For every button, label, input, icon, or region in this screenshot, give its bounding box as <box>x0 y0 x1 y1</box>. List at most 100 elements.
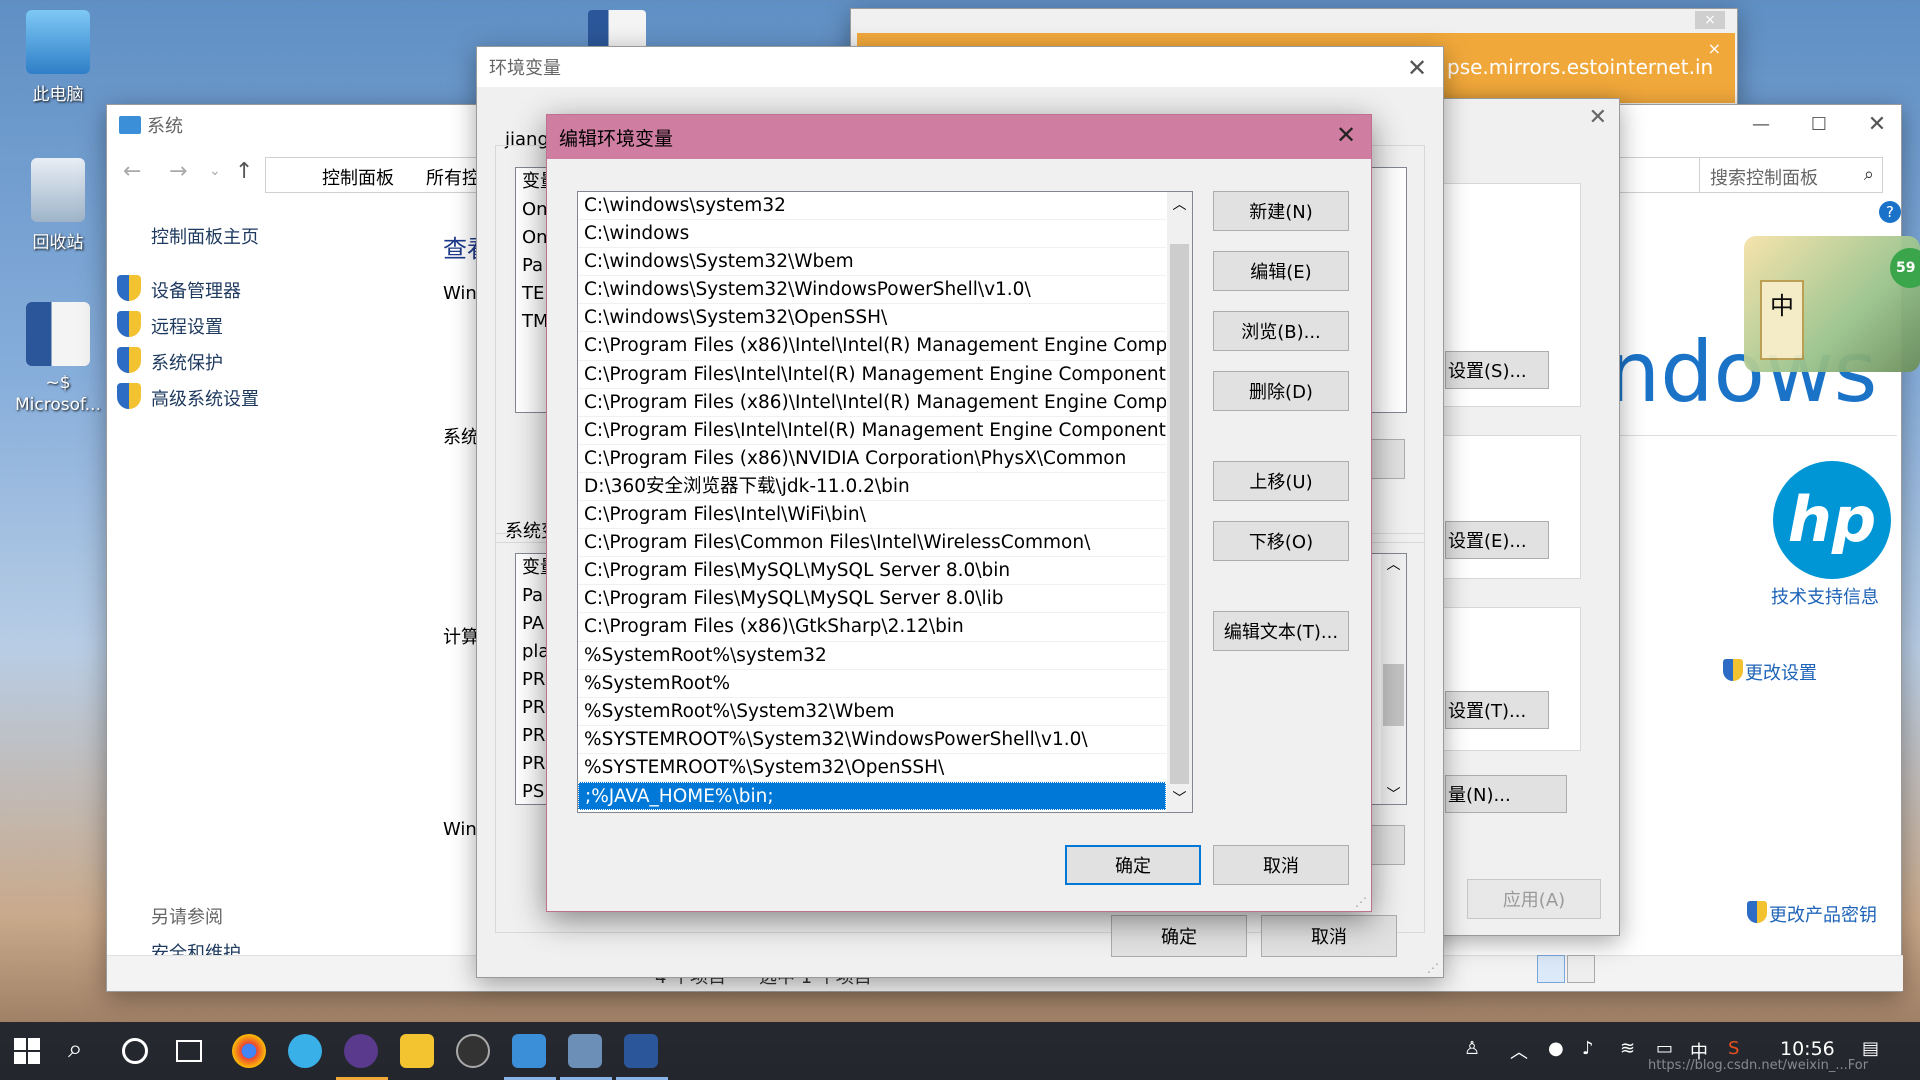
support-info-link[interactable]: 技术支持信息 <box>1771 583 1879 609</box>
path-list-item[interactable]: %SYSTEMROOT%\System32\OpenSSH\ <box>578 754 1166 782</box>
path-list-item[interactable]: C:\windows\System32\OpenSSH\ <box>578 304 1166 333</box>
battery-icon[interactable]: ▭ <box>1656 1038 1673 1059</box>
env-ok-button[interactable]: 确定 <box>1111 915 1247 957</box>
chevron-down-icon[interactable]: ⌄ <box>209 163 221 179</box>
chevron-up-icon[interactable]: ︿ <box>1510 1038 1528 1064</box>
notifications-icon[interactable]: ▤ <box>1862 1038 1879 1059</box>
move-up-button[interactable]: 上移(U) <box>1213 461 1349 501</box>
edit-button[interactable]: 编辑(E) <box>1213 251 1349 291</box>
people-icon[interactable]: ♙ <box>1464 1038 1480 1059</box>
path-list-item[interactable]: %SystemRoot% <box>578 670 1166 698</box>
sidebar-item-label[interactable]: 高级系统设置 <box>151 385 259 411</box>
path-list-item[interactable]: %SystemRoot%\system32 <box>578 642 1166 670</box>
move-down-button[interactable]: 下移(O) <box>1213 521 1349 561</box>
apply-button[interactable]: 应用(A) <box>1467 879 1601 919</box>
path-list-item[interactable]: C:\Program Files (x86)\Intel\Intel(R) Ma… <box>578 389 1166 417</box>
forward-icon[interactable]: → <box>169 159 187 184</box>
cancel-button[interactable]: 取消 <box>1213 845 1349 885</box>
details-view-icon[interactable] <box>1537 955 1565 983</box>
path-list-item[interactable]: C:\Program Files\Intel\Intel(R) Manageme… <box>578 361 1166 389</box>
profile-settings-button[interactable]: 设置(E)... <box>1445 521 1549 559</box>
eclipse-icon[interactable] <box>344 1034 378 1068</box>
new-button[interactable]: 新建(N) <box>1213 191 1349 231</box>
delete-button[interactable]: 删除(D) <box>1213 371 1349 411</box>
wifi-icon[interactable]: ≋ <box>1620 1038 1635 1059</box>
search-icon[interactable]: ⌕ <box>1864 164 1874 185</box>
edit-text-button[interactable]: 编辑文本(T)... <box>1213 611 1349 651</box>
change-key-label[interactable]: 更改产品密钥 <box>1769 901 1877 927</box>
path-list-item[interactable]: C:\Program Files (x86)\NVIDIA Corporatio… <box>578 445 1166 473</box>
ok-button[interactable]: 确定 <box>1065 845 1201 885</box>
notice-dismiss-icon[interactable]: × <box>1708 39 1721 58</box>
browse-button[interactable]: 浏览(B)... <box>1213 311 1349 351</box>
desktop-icon-recycle-bin[interactable]: 回收站 <box>8 158 108 253</box>
back-icon[interactable]: ← <box>123 159 141 184</box>
path-list-item[interactable]: ;%JAVA_HOME%\bin; <box>578 781 1166 811</box>
resize-grip-icon[interactable]: ⋰ <box>1427 961 1439 975</box>
path-list-item[interactable]: %SystemRoot%\System32\Wbem <box>578 698 1166 726</box>
path-list-item[interactable]: C:\Program Files\MySQL\MySQL Server 8.0\… <box>578 585 1166 614</box>
control-panel-home-link[interactable]: 控制面板主页 <box>151 223 259 249</box>
path-list-item[interactable]: C:\Program Files\MySQL\MySQL Server 8.0\… <box>578 557 1166 586</box>
sidebar-item-label[interactable]: 设备管理器 <box>151 277 241 303</box>
breadcrumb-control-panel[interactable]: 控制面板 <box>322 164 394 190</box>
path-list[interactable]: C:\windows\system32 C:\windows C:\windows\… <box>577 191 1193 813</box>
startup-settings-button[interactable]: 设置(T)... <box>1445 691 1549 729</box>
start-button[interactable] <box>14 1038 40 1064</box>
path-list-item[interactable]: C:\windows\system32 <box>578 192 1166 221</box>
media-app-icon[interactable] <box>456 1034 490 1068</box>
performance-settings-button[interactable]: 设置(S)... <box>1445 351 1549 389</box>
path-list-item[interactable]: C:\windows\System32\Wbem <box>578 248 1166 277</box>
scroll-thumb[interactable] <box>1170 244 1189 784</box>
task-view-icon[interactable] <box>176 1040 202 1062</box>
env-vars-button[interactable]: 量(N)... <box>1445 775 1567 813</box>
env-cancel-button[interactable]: 取消 <box>1261 915 1397 957</box>
sidebar-item-label[interactable]: 远程设置 <box>151 313 223 339</box>
close-button[interactable]: ✕ <box>1397 53 1437 83</box>
control-panel-icon[interactable] <box>512 1034 546 1068</box>
path-list-scrollbar[interactable]: ︿ ﹀ <box>1167 192 1192 812</box>
clock[interactable]: 10:56 <box>1780 1038 1835 1060</box>
large-icons-view-icon[interactable] <box>1567 955 1595 983</box>
path-list-item[interactable]: C:\Program Files\Common Files\Intel\Wire… <box>578 529 1166 558</box>
path-list-item[interactable]: C:\Program Files\Intel\WiFi\bin\ <box>578 501 1166 530</box>
search-input[interactable]: 搜索控制面板 ⌕ <box>1699 157 1883 193</box>
dialog-close-icon[interactable]: ✕ <box>1589 105 1607 130</box>
up-icon[interactable]: ↑ <box>235 159 253 184</box>
scroll-down-icon[interactable]: ﹀ <box>1381 784 1406 804</box>
help-icon[interactable]: ? <box>1879 201 1901 223</box>
minimize-button[interactable]: — <box>1741 107 1781 143</box>
search-icon[interactable]: ⌕ <box>68 1034 83 1065</box>
notice-close-button[interactable]: × <box>1695 11 1725 29</box>
scroll-thumb[interactable] <box>1383 664 1404 726</box>
scroll-up-icon[interactable]: ︿ <box>1381 554 1406 574</box>
path-list-item[interactable]: C:\Program Files (x86)\GtkSharp\2.12\bin <box>578 613 1166 642</box>
path-list-item[interactable]: C:\Program Files\Intel\Intel(R) Manageme… <box>578 417 1166 445</box>
desktop-icon-word-file[interactable]: ~$ Microsof... <box>8 302 108 416</box>
chrome-icon[interactable] <box>232 1034 266 1068</box>
maximize-button[interactable]: ☐ <box>1799 107 1839 143</box>
qq-icon[interactable]: ● <box>1548 1038 1564 1059</box>
cortana-icon[interactable] <box>122 1038 148 1064</box>
path-list-item[interactable]: C:\windows\System32\WindowsPowerShell\v1… <box>578 276 1166 305</box>
resize-grip-icon[interactable]: ⋰ <box>1355 895 1367 909</box>
path-list-item[interactable]: D:\360安全浏览器下载\jdk-11.0.2\bin <box>578 473 1166 502</box>
close-button[interactable]: ✕ <box>1857 107 1897 143</box>
volume-icon[interactable]: ♪ <box>1582 1038 1594 1059</box>
scroll-down-icon[interactable]: ﹀ <box>1167 786 1192 812</box>
close-button[interactable]: ✕ <box>1329 121 1363 149</box>
system-vars-scrollbar[interactable]: ︿ ﹀ <box>1381 554 1406 804</box>
path-list-item[interactable]: C:\windows <box>578 220 1166 249</box>
app-icon[interactable] <box>288 1034 322 1068</box>
file-explorer-icon[interactable] <box>400 1034 434 1068</box>
breadcrumb-all[interactable]: 所有控 <box>426 164 480 190</box>
system-settings-icon[interactable] <box>568 1034 602 1068</box>
path-list-item[interactable]: %SYSTEMROOT%\System32\WindowsPowerShell\… <box>578 726 1166 754</box>
sogou-icon[interactable]: S <box>1728 1038 1739 1059</box>
word-icon[interactable] <box>624 1034 658 1068</box>
scroll-up-icon[interactable]: ︿ <box>1167 192 1192 218</box>
desktop-icon-this-pc[interactable]: 此电脑 <box>8 10 108 105</box>
change-settings-label[interactable]: 更改设置 <box>1745 659 1817 685</box>
path-list-item[interactable]: C:\Program Files (x86)\Intel\Intel(R) Ma… <box>578 332 1166 361</box>
sidebar-item-label[interactable]: 系统保护 <box>151 349 223 375</box>
